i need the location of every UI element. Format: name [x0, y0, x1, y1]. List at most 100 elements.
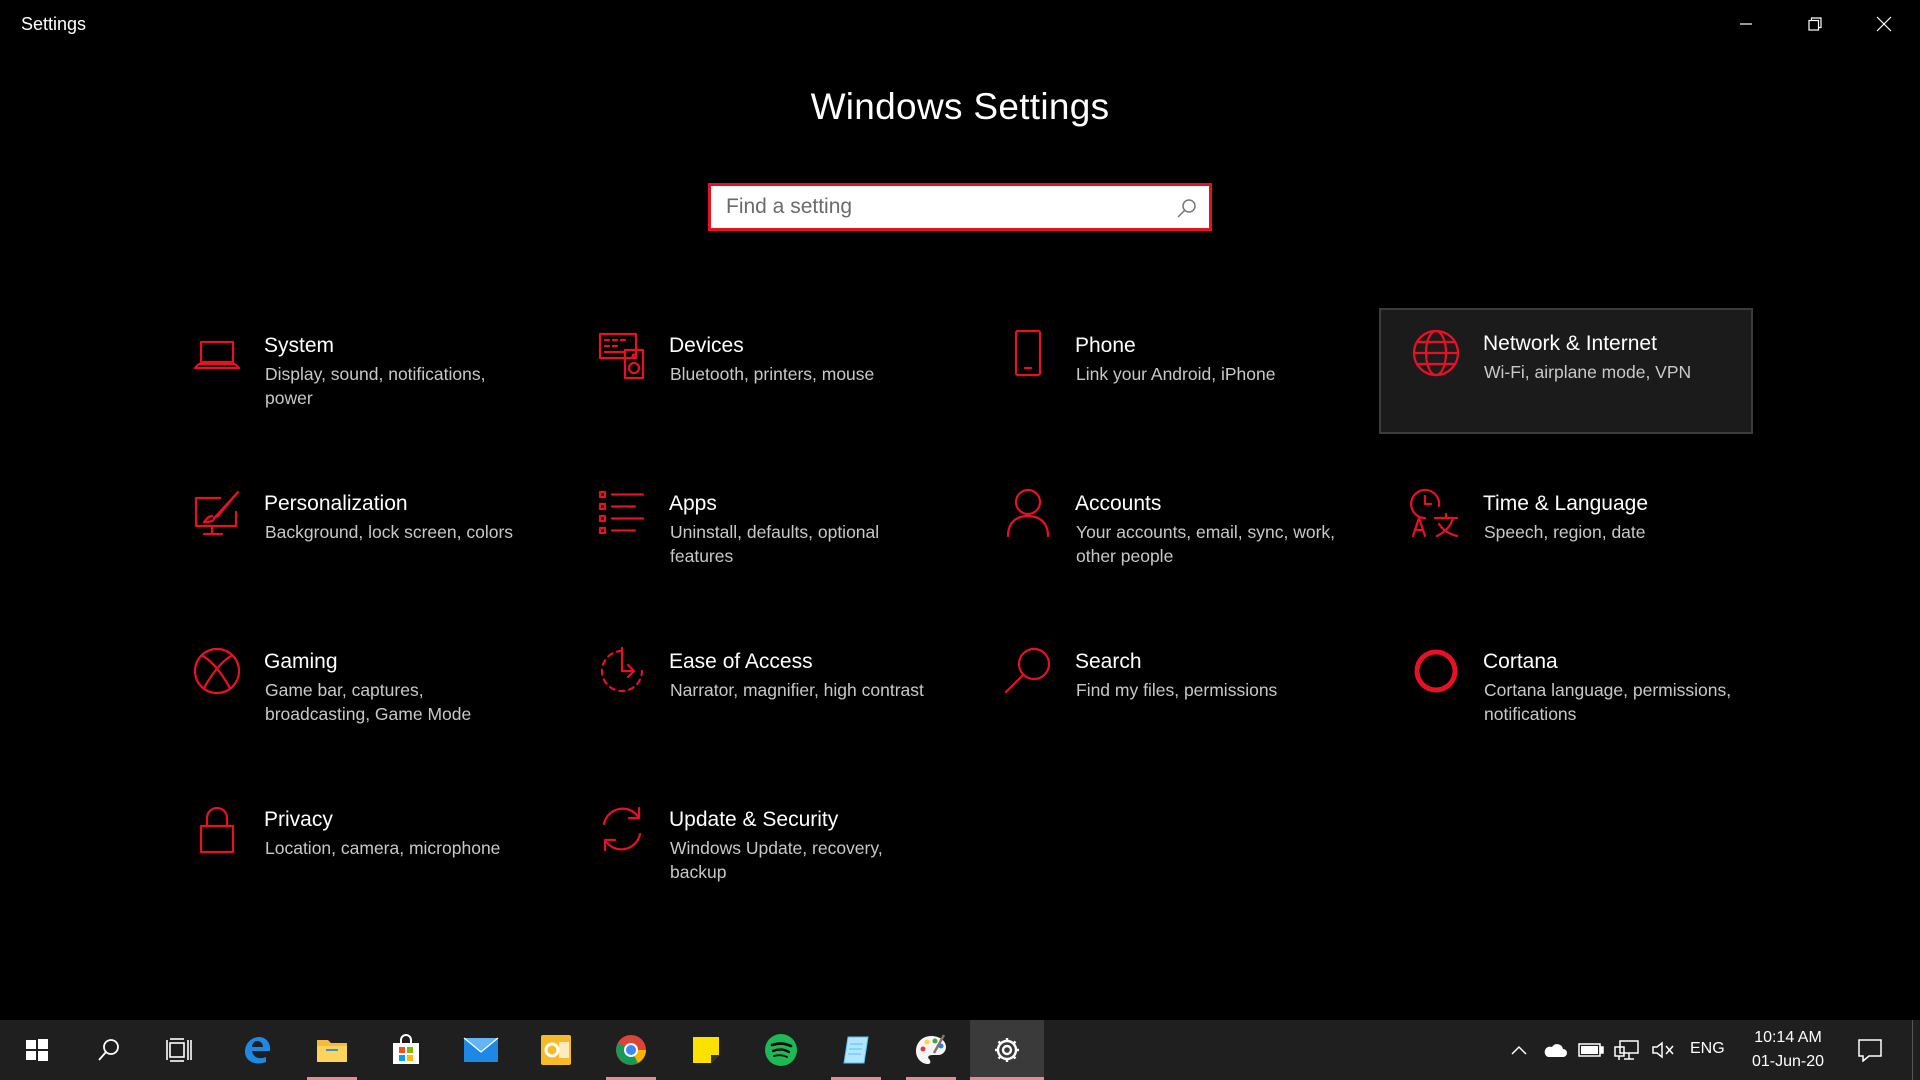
tile-title: Privacy [264, 808, 333, 831]
tray-volume[interactable] [1650, 1038, 1676, 1062]
search-input[interactable] [711, 185, 1168, 229]
sticky-notes-icon [693, 1037, 719, 1063]
onedrive-icon [1544, 1044, 1567, 1057]
cortana-icon [1409, 644, 1463, 698]
tray-onedrive[interactable] [1542, 1038, 1568, 1062]
clock[interactable]: 10:14 AM 01-Jun-20 [1738, 1026, 1838, 1074]
tile-title: Search [1075, 650, 1142, 673]
globe-icon [1409, 326, 1463, 380]
file-explorer-icon [317, 1040, 347, 1062]
tile-ease-of-access[interactable]: Ease of Access Narrator, magnifier, high… [565, 626, 939, 752]
store-icon [393, 1034, 419, 1064]
tile-privacy[interactable]: Privacy Location, camera, microphone [160, 784, 534, 910]
tile-description: Location, camera, microphone [265, 838, 501, 858]
volume-muted-icon [1652, 1041, 1674, 1059]
settings-icon [995, 1038, 1019, 1062]
tile-system[interactable]: System Display, sound, notifications, po… [160, 310, 534, 436]
tile-title: Network & Internet [1483, 332, 1657, 355]
tile-description: Display, sound, notifications, power [265, 364, 486, 408]
minimize-button[interactable] [1712, 0, 1780, 48]
tile-search[interactable]: Search Find my files, permissions [971, 626, 1345, 752]
task-view-button[interactable] [143, 1020, 217, 1080]
tile-update-security[interactable]: Update & Security Windows Update, recove… [565, 784, 939, 910]
taskbar-store[interactable] [369, 1020, 443, 1080]
tile-title: Time & Language [1483, 492, 1648, 515]
search-icon [98, 1039, 119, 1061]
tile-description: Bluetooth, printers, mouse [670, 364, 875, 384]
tile-description: Narrator, magnifier, high contrast [670, 680, 924, 700]
update-icon [595, 802, 649, 856]
person-icon [1001, 486, 1055, 540]
start-button[interactable] [0, 1020, 74, 1080]
chrome-icon [616, 1035, 646, 1065]
tile-devices[interactable]: Devices Bluetooth, printers, mouse [565, 310, 939, 436]
tray-network[interactable] [1614, 1038, 1640, 1062]
laptop-icon [190, 328, 244, 382]
tile-description: Link your Android, iPhone [1076, 364, 1276, 384]
devices-icon [595, 328, 649, 382]
taskbar-spotify[interactable] [744, 1020, 818, 1080]
tile-apps[interactable]: Apps Uninstall, defaults, optional featu… [565, 468, 939, 594]
tile-description: Your accounts, email, sync, work, other … [1076, 522, 1336, 566]
xbox-icon [190, 644, 244, 698]
time-language-icon [1409, 486, 1463, 540]
spotify-icon [765, 1034, 797, 1066]
title-bar: Settings [0, 0, 1920, 48]
input-language[interactable]: ENG [1690, 1040, 1725, 1058]
apps-list-icon [595, 486, 649, 540]
action-center-button[interactable] [1850, 1020, 1890, 1080]
chevron-up-icon [1511, 1045, 1527, 1055]
taskbar-edge[interactable] [220, 1020, 294, 1080]
outlook-icon [541, 1035, 571, 1065]
close-button[interactable] [1850, 0, 1918, 48]
taskbar-file-explorer[interactable] [295, 1020, 369, 1080]
show-desktop-button[interactable] [1912, 1020, 1920, 1080]
show-hidden-icons-button[interactable] [1506, 1038, 1532, 1062]
tile-gaming[interactable]: Gaming Game bar, captures, broadcasting,… [160, 626, 534, 752]
search-icon[interactable] [1175, 196, 1199, 220]
taskbar-mail[interactable] [444, 1020, 518, 1080]
tile-title: Update & Security [669, 808, 839, 831]
tile-phone[interactable]: Phone Link your Android, iPhone [971, 310, 1345, 436]
tile-title: Gaming [264, 650, 338, 673]
taskbar-outlook[interactable] [519, 1020, 593, 1080]
tile-description: Cortana language, permissions, notificat… [1484, 680, 1732, 724]
restore-button[interactable] [1781, 0, 1849, 48]
tile-description: Game bar, captures, broadcasting, Game M… [265, 680, 472, 724]
tile-description: Find my files, permissions [1076, 680, 1278, 700]
notepad-icon [843, 1036, 869, 1064]
clock-date: 01-Jun-20 [1751, 1053, 1825, 1070]
notification-icon [1858, 1039, 1882, 1062]
restore-icon [1808, 17, 1822, 31]
taskbar [0, 1020, 1920, 1080]
tile-description: Wi-Fi, airplane mode, VPN [1484, 362, 1692, 382]
mail-icon [463, 1037, 499, 1062]
battery-icon [1578, 1043, 1604, 1057]
tile-time-language[interactable]: Time & Language Speech, region, date [1379, 468, 1753, 594]
tile-title: Apps [669, 492, 717, 515]
tile-network-internet[interactable]: Network & Internet Wi-Fi, airplane mode,… [1379, 308, 1753, 434]
ease-of-access-icon [595, 644, 649, 698]
taskbar-sticky-notes[interactable] [669, 1020, 743, 1080]
tray-battery[interactable] [1578, 1038, 1604, 1062]
taskbar-settings[interactable] [970, 1020, 1044, 1080]
tile-personalization[interactable]: Personalization Background, lock screen,… [160, 468, 534, 594]
paint-icon [916, 1034, 946, 1064]
tile-title: Accounts [1075, 492, 1162, 515]
tile-accounts[interactable]: Accounts Your accounts, email, sync, wor… [971, 468, 1345, 594]
paint-icon [190, 486, 244, 540]
tile-description: Speech, region, date [1484, 522, 1646, 542]
taskbar-search-button[interactable] [72, 1020, 146, 1080]
tile-cortana[interactable]: Cortana Cortana language, permissions, n… [1379, 626, 1753, 752]
taskbar-paint[interactable] [894, 1020, 968, 1080]
tile-title: System [264, 334, 335, 357]
search-box[interactable] [708, 183, 1212, 231]
search-magnifier-icon [1001, 644, 1055, 698]
taskbar-chrome[interactable] [594, 1020, 668, 1080]
app-title: Settings [21, 14, 87, 34]
edge-icon [245, 1037, 271, 1064]
tile-title: Personalization [264, 492, 408, 515]
tile-title: Devices [669, 334, 744, 357]
taskbar-notepad[interactable] [819, 1020, 893, 1080]
minimize-icon [1740, 23, 1752, 25]
